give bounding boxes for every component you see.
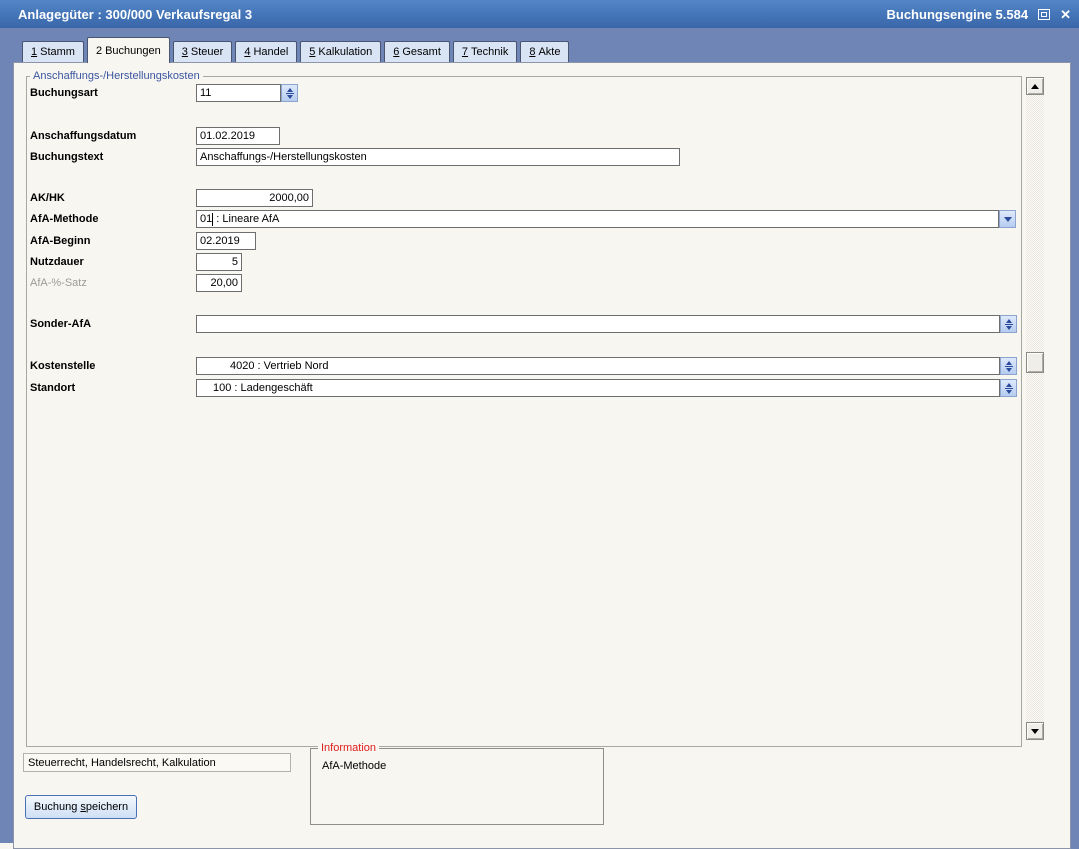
buchungsart-label: Buchungsart bbox=[30, 87, 98, 99]
tab-akte[interactable]: 8Akte bbox=[520, 41, 569, 62]
arrow-up-icon bbox=[1031, 84, 1039, 89]
scrollbar-track[interactable] bbox=[1026, 95, 1044, 722]
scrollbar-up-button[interactable] bbox=[1026, 77, 1044, 95]
afa-methode-label: AfA-Methode bbox=[30, 213, 98, 225]
afa-beginn-label: AfA-Beginn bbox=[30, 235, 91, 247]
summary-field[interactable]: Steuerrecht, Handelsrecht, Kalkulation bbox=[23, 753, 291, 772]
tab-kalkulation[interactable]: 5Kalkulation bbox=[300, 41, 381, 62]
app-version-label: Buchungsengine 5.584 bbox=[887, 7, 1029, 22]
afa-methode-dropdown-button[interactable] bbox=[999, 210, 1016, 228]
kostenstelle-field[interactable]: 4020 : Vertrieb Nord bbox=[196, 357, 1000, 375]
anschaffungsdatum-input[interactable] bbox=[196, 127, 280, 145]
sonder-afa-spinner[interactable] bbox=[1000, 315, 1017, 333]
buchungstext-input[interactable] bbox=[196, 148, 680, 166]
afa-prozent-satz-input[interactable] bbox=[196, 274, 242, 292]
scrollbar-down-button[interactable] bbox=[1026, 722, 1044, 740]
spinner-up-icon bbox=[287, 88, 293, 92]
kostenstelle-label: Kostenstelle bbox=[30, 360, 95, 372]
scrollbar-thumb[interactable] bbox=[1026, 352, 1044, 373]
standort-label: Standort bbox=[30, 382, 75, 394]
sonder-afa-label: Sonder-AfA bbox=[30, 318, 91, 330]
tab-bar: 1Stamm 2Buchungen 3Steuer 4Handel 5Kalku… bbox=[22, 37, 572, 62]
kostenstelle-spinner[interactable] bbox=[1000, 357, 1017, 375]
save-booking-button[interactable]: Buchung speichern bbox=[25, 795, 137, 819]
afa-methode-combobox[interactable]: 01 : Lineare AfA bbox=[196, 210, 999, 228]
tab-gesamt[interactable]: 6Gesamt bbox=[384, 41, 450, 62]
spinner-up-icon bbox=[1006, 319, 1012, 323]
title-bar: Anlagegüter : 300/000 Verkaufsregal 3 Bu… bbox=[0, 0, 1079, 28]
tab-handel[interactable]: 4Handel bbox=[235, 41, 297, 62]
tab-buchungen[interactable]: 2Buchungen bbox=[87, 37, 170, 63]
acquisition-costs-groupbox bbox=[26, 76, 1022, 747]
frame-corner bbox=[0, 843, 13, 849]
chevron-down-icon bbox=[1004, 217, 1012, 222]
spinner-up-icon bbox=[1006, 383, 1012, 387]
sonder-afa-field[interactable] bbox=[196, 315, 1000, 333]
information-text: AfA-Methode bbox=[322, 760, 386, 772]
information-legend: Information bbox=[318, 742, 379, 755]
close-icon[interactable]: ✕ bbox=[1060, 8, 1071, 21]
titlebar-right: Buchungsengine 5.584 ✕ bbox=[887, 0, 1072, 28]
standort-spinner[interactable] bbox=[1000, 379, 1017, 397]
spinner-down-icon bbox=[1006, 368, 1012, 372]
akhk-label: AK/HK bbox=[30, 192, 65, 204]
tab-steuer[interactable]: 3Steuer bbox=[173, 41, 233, 62]
anschaffungsdatum-label: Anschaffungsdatum bbox=[30, 130, 136, 142]
groupbox-legend: Anschaffungs-/Herstellungskosten bbox=[30, 70, 203, 83]
spinner-up-icon bbox=[1006, 361, 1012, 365]
maximize-restore-icon[interactable] bbox=[1038, 9, 1050, 20]
tab-technik[interactable]: 7Technik bbox=[453, 41, 517, 62]
spinner-down-icon bbox=[287, 95, 293, 99]
application-window: Anlagegüter : 300/000 Verkaufsregal 3 Bu… bbox=[0, 0, 1079, 849]
nutzdauer-label: Nutzdauer bbox=[30, 256, 84, 268]
tab-stamm[interactable]: 1Stamm bbox=[22, 41, 84, 62]
arrow-down-icon bbox=[1031, 729, 1039, 734]
akhk-input[interactable] bbox=[196, 189, 313, 207]
window-title: Anlagegüter : 300/000 Verkaufsregal 3 bbox=[18, 7, 252, 22]
spinner-down-icon bbox=[1006, 390, 1012, 394]
buchungstext-label: Buchungstext bbox=[30, 151, 103, 163]
spinner-down-icon bbox=[1006, 326, 1012, 330]
nutzdauer-input[interactable] bbox=[196, 253, 242, 271]
buchungsart-spinner[interactable] bbox=[281, 84, 298, 102]
standort-field[interactable]: 100 : Ladengeschäft bbox=[196, 379, 1000, 397]
afa-prozent-satz-label: AfA-%-Satz bbox=[30, 277, 87, 289]
afa-beginn-input[interactable] bbox=[196, 232, 256, 250]
buchungsart-input[interactable] bbox=[196, 84, 281, 102]
